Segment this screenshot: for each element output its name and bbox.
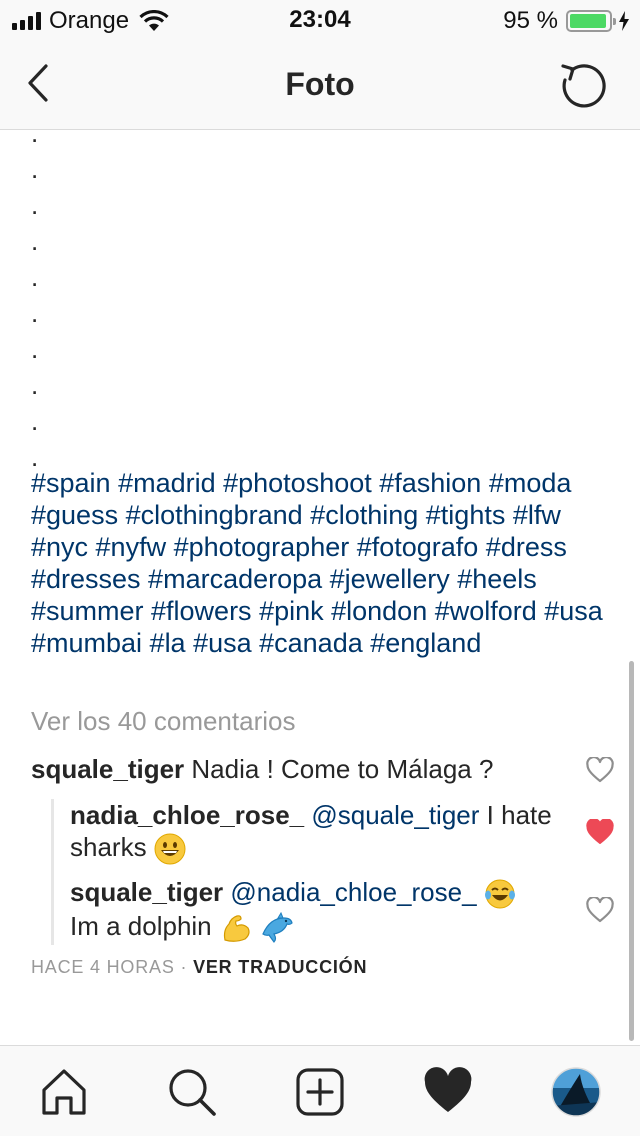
comment-item: squale_tiger Nadia ! Come to Málaga ? <box>31 753 571 785</box>
reply-item: nadia_chloe_rose_ @squale_tiger I hate s… <box>70 799 570 865</box>
like-heart-icon[interactable] <box>586 897 614 923</box>
caption-dot: . <box>31 370 39 400</box>
scrollbar[interactable] <box>629 661 634 1041</box>
search-icon[interactable] <box>166 1066 218 1118</box>
see-translation-button[interactable]: VER TRADUCCIÓN <box>193 957 367 977</box>
add-post-icon[interactable] <box>294 1066 346 1118</box>
reply-username[interactable]: squale_tiger <box>70 877 223 907</box>
flexed-biceps-emoji <box>223 915 250 943</box>
caption-dot: . <box>31 334 39 364</box>
battery-level <box>570 14 607 28</box>
meta-separator: · <box>180 957 188 977</box>
caption-dot: . <box>31 262 39 292</box>
caption-dot: . <box>31 406 39 436</box>
grinning-face-emoji <box>154 833 186 865</box>
comments-content[interactable]: .......... #spain #madrid #photoshoot #f… <box>0 131 640 1045</box>
comment-username[interactable]: squale_tiger <box>31 754 184 784</box>
status-right: 95 % <box>503 6 630 36</box>
like-heart-icon[interactable] <box>586 757 614 783</box>
comment-text: Nadia ! Come to Málaga ? <box>191 754 494 784</box>
view-all-comments-link[interactable]: Ver los 40 comentarios <box>31 706 295 737</box>
reply-text: Im a dolphin <box>70 911 212 942</box>
caption-dot: . <box>31 298 39 328</box>
reply-thread-line <box>51 799 54 945</box>
comment-meta: HACE 4 HORAS · VER TRADUCCIÓN <box>31 957 367 978</box>
caption-dot: . <box>31 442 39 472</box>
profile-avatar[interactable] <box>550 1066 602 1118</box>
refresh-icon[interactable] <box>558 58 610 110</box>
laughing-tears-emoji <box>484 879 515 909</box>
liked-heart-icon[interactable] <box>586 819 614 845</box>
timestamp: HACE 4 HORAS <box>31 957 175 977</box>
caption-dot: . <box>31 190 39 220</box>
caption-hashtags[interactable]: #spain #madrid #photoshoot #fashion #mod… <box>31 467 611 659</box>
battery-icon <box>566 10 616 32</box>
page-title: Foto <box>285 66 355 102</box>
home-icon[interactable] <box>38 1066 90 1118</box>
reply-username[interactable]: nadia_chloe_rose_ <box>70 800 304 830</box>
dolphin-emoji <box>262 912 293 944</box>
battery-percent: 95 % <box>503 7 558 34</box>
reply-mention[interactable]: @nadia_chloe_rose_ <box>230 877 476 907</box>
caption-dot: . <box>31 154 39 184</box>
caption-dot: . <box>31 226 39 256</box>
status-bar: Orange 23:04 95 % <box>0 0 640 42</box>
activity-heart-icon[interactable] <box>422 1066 474 1118</box>
caption-dot: . <box>31 131 39 148</box>
reply-mention[interactable]: @squale_tiger <box>311 800 479 830</box>
tab-bar <box>0 1045 640 1136</box>
charging-bolt-icon <box>619 11 629 31</box>
reply-item: squale_tiger @nadia_chloe_rose_ Im a dol… <box>70 876 570 944</box>
nav-bar: Foto <box>0 42 640 130</box>
